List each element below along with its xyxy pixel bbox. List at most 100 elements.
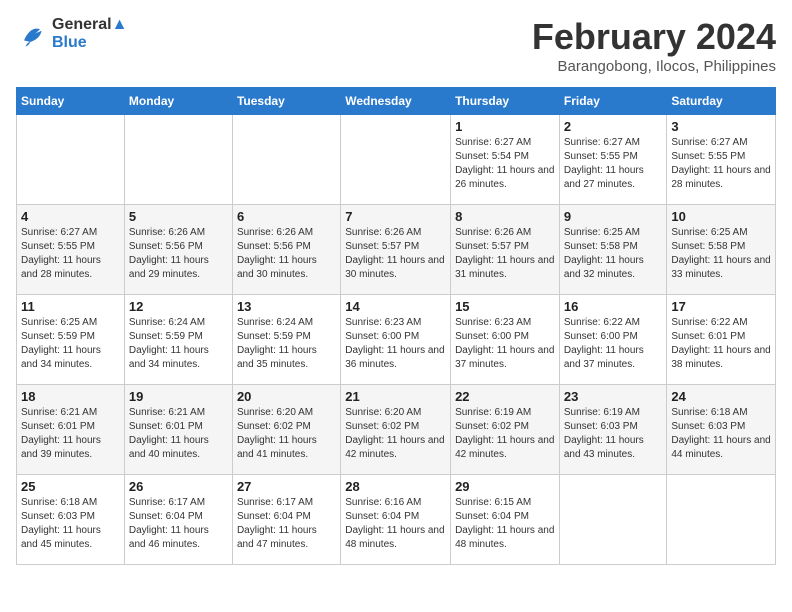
day-number: 24 [671,389,771,404]
day-info: Sunrise: 6:25 AMSunset: 5:59 PMDaylight:… [21,316,120,372]
day-info: Sunrise: 6:18 AMSunset: 6:03 PMDaylight:… [671,406,771,462]
calendar-cell: 20Sunrise: 6:20 AMSunset: 6:02 PMDayligh… [232,385,340,475]
weekday-header-row: SundayMondayTuesdayWednesdayThursdayFrid… [17,88,776,115]
day-info: Sunrise: 6:27 AMSunset: 5:54 PMDaylight:… [455,136,555,192]
day-info: Sunrise: 6:19 AMSunset: 6:03 PMDaylight:… [564,406,663,462]
calendar-week-row: 4 Sunrise: 6:27 AMSunset: 5:55 PMDaylight… [17,205,776,295]
logo-text: General▲ Blue [52,16,127,52]
day-number: 19 [129,389,228,404]
day-number: 11 [21,299,120,314]
logo-icon [16,18,48,50]
day-info: Sunrise: 6:20 AMSunset: 6:02 PMDaylight:… [237,406,336,462]
calendar-cell: 5 Sunrise: 6:26 AMSunset: 5:56 PMDaylight… [124,205,232,295]
day-info: Sunrise: 6:23 AMSunset: 6:00 PMDaylight:… [455,316,555,372]
calendar-cell [124,115,232,205]
day-info: Sunrise: 6:27 AMSunset: 5:55 PMDaylight:… [21,226,120,282]
calendar-week-row: 11 Sunrise: 6:25 AMSunset: 5:59 PMDayligh… [17,295,776,385]
weekday-header: Wednesday [341,88,451,115]
day-number: 15 [455,299,555,314]
calendar-cell: 19 Sunrise: 6:21 AMSunset: 6:01 PMDayligh… [124,385,232,475]
day-number: 9 [564,209,663,224]
calendar-cell: 23 Sunrise: 6:19 AMSunset: 6:03 PMDayligh… [559,385,667,475]
day-info: Sunrise: 6:20 AMSunset: 6:02 PMDaylight:… [345,406,446,462]
day-info: Sunrise: 6:22 AMSunset: 6:01 PMDaylight:… [671,316,771,372]
day-number: 16 [564,299,663,314]
day-number: 23 [564,389,663,404]
day-number: 13 [237,299,336,314]
title-area: February 2024 Barangobong, Ilocos, Phili… [532,16,776,75]
calendar-cell [232,115,340,205]
calendar-cell: 16 Sunrise: 6:22 AMSunset: 6:00 PMDayligh… [559,295,667,385]
calendar-cell: 3Sunrise: 6:27 AMSunset: 5:55 PMDaylight… [667,115,776,205]
weekday-header: Friday [559,88,667,115]
day-info: Sunrise: 6:26 AMSunset: 5:57 PMDaylight:… [455,226,555,282]
logo: General▲ Blue [16,16,127,52]
day-info: Sunrise: 6:26 AMSunset: 5:56 PMDaylight:… [237,226,336,282]
calendar-cell: 9 Sunrise: 6:25 AMSunset: 5:58 PMDaylight… [559,205,667,295]
weekday-header: Sunday [17,88,125,115]
calendar-week-row: 18Sunrise: 6:21 AMSunset: 6:01 PMDayligh… [17,385,776,475]
day-number: 25 [21,479,120,494]
location: Barangobong, Ilocos, Philippines [532,58,776,75]
day-number: 17 [671,299,771,314]
calendar-cell: 24 Sunrise: 6:18 AMSunset: 6:03 PMDayligh… [667,385,776,475]
calendar-cell: 1 Sunrise: 6:27 AMSunset: 5:54 PMDaylight… [451,115,560,205]
day-number: 12 [129,299,228,314]
calendar-cell [17,115,125,205]
day-number: 22 [455,389,555,404]
calendar-cell: 17 Sunrise: 6:22 AMSunset: 6:01 PMDayligh… [667,295,776,385]
day-number: 6 [237,209,336,224]
calendar-cell: 29Sunrise: 6:15 AMSunset: 6:04 PMDayligh… [451,475,560,565]
calendar-week-row: 25Sunrise: 6:18 AMSunset: 6:03 PMDayligh… [17,475,776,565]
calendar-table: SundayMondayTuesdayWednesdayThursdayFrid… [16,87,776,565]
calendar-cell: 27 Sunrise: 6:17 AMSunset: 6:04 PMDayligh… [232,475,340,565]
day-number: 5 [129,209,228,224]
day-info: Sunrise: 6:27 AMSunset: 5:55 PMDaylight:… [671,136,771,192]
calendar-cell: 18Sunrise: 6:21 AMSunset: 6:01 PMDayligh… [17,385,125,475]
calendar-cell: 11 Sunrise: 6:25 AMSunset: 5:59 PMDayligh… [17,295,125,385]
calendar-cell: 15 Sunrise: 6:23 AMSunset: 6:00 PMDayligh… [451,295,560,385]
day-info: Sunrise: 6:23 AMSunset: 6:00 PMDaylight:… [345,316,446,372]
calendar-cell: 26 Sunrise: 6:17 AMSunset: 6:04 PMDayligh… [124,475,232,565]
weekday-header: Thursday [451,88,560,115]
day-info: Sunrise: 6:17 AMSunset: 6:04 PMDaylight:… [129,496,228,552]
day-number: 4 [21,209,120,224]
day-number: 2 [564,119,663,134]
day-number: 27 [237,479,336,494]
weekday-header: Saturday [667,88,776,115]
weekday-header: Tuesday [232,88,340,115]
calendar-cell: 22 Sunrise: 6:19 AMSunset: 6:02 PMDayligh… [451,385,560,475]
day-info: Sunrise: 6:25 AMSunset: 5:58 PMDaylight:… [564,226,663,282]
calendar-cell: 14 Sunrise: 6:23 AMSunset: 6:00 PMDayligh… [341,295,451,385]
day-info: Sunrise: 6:24 AMSunset: 5:59 PMDaylight:… [237,316,336,372]
calendar-cell: 6 Sunrise: 6:26 AMSunset: 5:56 PMDaylight… [232,205,340,295]
calendar-cell: 12Sunrise: 6:24 AMSunset: 5:59 PMDayligh… [124,295,232,385]
calendar-cell: 25Sunrise: 6:18 AMSunset: 6:03 PMDayligh… [17,475,125,565]
calendar-week-row: 1 Sunrise: 6:27 AMSunset: 5:54 PMDaylight… [17,115,776,205]
day-number: 26 [129,479,228,494]
day-number: 28 [345,479,446,494]
day-info: Sunrise: 6:27 AMSunset: 5:55 PMDaylight:… [564,136,663,192]
day-info: Sunrise: 6:26 AMSunset: 5:56 PMDaylight:… [129,226,228,282]
calendar-cell [341,115,451,205]
calendar-cell: 2 Sunrise: 6:27 AMSunset: 5:55 PMDaylight… [559,115,667,205]
weekday-header: Monday [124,88,232,115]
day-number: 14 [345,299,446,314]
calendar-cell: 28Sunrise: 6:16 AMSunset: 6:04 PMDayligh… [341,475,451,565]
calendar-cell: 13 Sunrise: 6:24 AMSunset: 5:59 PMDayligh… [232,295,340,385]
day-info: Sunrise: 6:22 AMSunset: 6:00 PMDaylight:… [564,316,663,372]
day-number: 21 [345,389,446,404]
day-number: 1 [455,119,555,134]
day-info: Sunrise: 6:21 AMSunset: 6:01 PMDaylight:… [21,406,120,462]
calendar-cell: 21 Sunrise: 6:20 AMSunset: 6:02 PMDayligh… [341,385,451,475]
day-info: Sunrise: 6:21 AMSunset: 6:01 PMDaylight:… [129,406,228,462]
calendar-cell [667,475,776,565]
day-info: Sunrise: 6:19 AMSunset: 6:02 PMDaylight:… [455,406,555,462]
calendar-cell: 7Sunrise: 6:26 AMSunset: 5:57 PMDaylight… [341,205,451,295]
calendar-cell: 8Sunrise: 6:26 AMSunset: 5:57 PMDaylight… [451,205,560,295]
day-info: Sunrise: 6:17 AMSunset: 6:04 PMDaylight:… [237,496,336,552]
day-info: Sunrise: 6:15 AMSunset: 6:04 PMDaylight:… [455,496,555,552]
calendar-cell: 4 Sunrise: 6:27 AMSunset: 5:55 PMDaylight… [17,205,125,295]
month-title: February 2024 [532,16,776,58]
day-info: Sunrise: 6:25 AMSunset: 5:58 PMDaylight:… [671,226,771,282]
